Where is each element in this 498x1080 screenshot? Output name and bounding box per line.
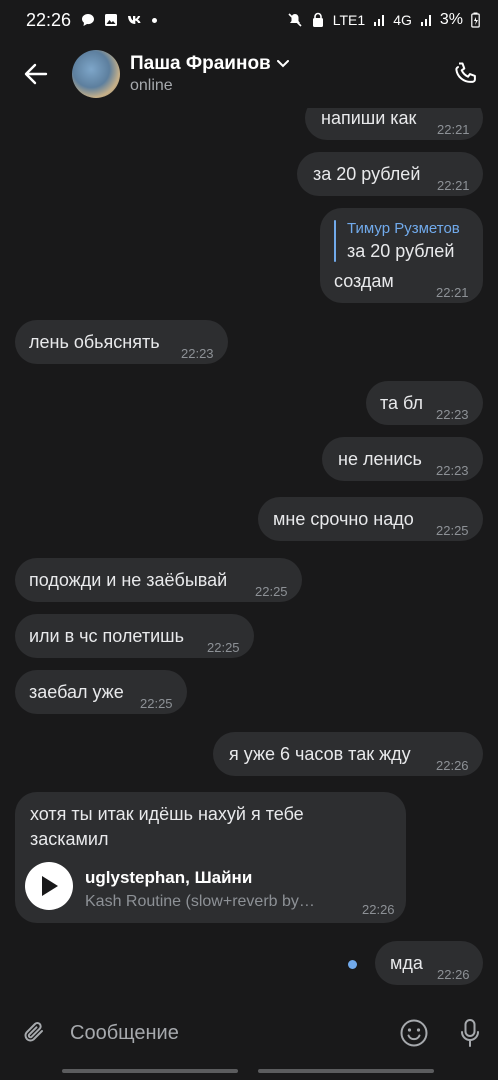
- message-time: 22:21: [436, 285, 469, 300]
- reply-bar: [334, 220, 336, 262]
- contact-status: online: [130, 77, 173, 94]
- microphone-icon: [461, 1019, 479, 1047]
- message-composer: [0, 1003, 498, 1063]
- unread-indicator: [348, 960, 357, 969]
- play-button[interactable]: [25, 862, 73, 910]
- message-time: 22:25: [436, 523, 469, 538]
- message-text: напиши как: [321, 108, 417, 128]
- nav-handle-2[interactable]: [258, 1069, 434, 1073]
- audio-subtitle: Kash Routine (slow+reverb by…: [85, 893, 315, 910]
- play-icon: [42, 876, 58, 896]
- contact-name: Паша Фраинов: [130, 53, 271, 74]
- audio-message-bubble[interactable]: хотя ты итак идёшь нахуй я тебе заскамил…: [15, 792, 406, 923]
- message-time: 22:25: [255, 584, 288, 599]
- message-time: 22:25: [207, 640, 240, 655]
- message-time: 22:26: [437, 967, 470, 982]
- chat-header: Паша Фраинов online: [0, 40, 498, 108]
- message-bubble[interactable]: за 20 рублей 22:21: [297, 152, 483, 196]
- message-bubble[interactable]: мне срочно надо 22:25: [258, 497, 483, 541]
- reply-quoted-text: за 20 рублей: [347, 241, 455, 261]
- message-bubble[interactable]: та бл 22:23: [366, 381, 483, 425]
- system-navigation-bar: [0, 1063, 498, 1080]
- message-text: лень обьяснять: [29, 332, 160, 352]
- message-text: за 20 рублей: [313, 164, 421, 184]
- phone-icon: [455, 62, 476, 83]
- message-bubble[interactable]: или в чс полетишь 22:25: [15, 614, 254, 658]
- message-time: 22:21: [437, 178, 470, 193]
- call-button[interactable]: [434, 40, 498, 108]
- message-time: 22:26: [362, 902, 395, 917]
- message-text: заебал уже: [29, 682, 124, 702]
- message-bubble[interactable]: мда 22:26: [375, 941, 483, 985]
- message-text-line-2: заскамил: [30, 829, 109, 849]
- nav-handle[interactable]: [62, 1069, 238, 1073]
- message-time: 22:25: [140, 696, 173, 711]
- message-list[interactable]: напиши как 22:21 за 20 рублей 22:21 Тиму…: [0, 0, 498, 1000]
- contact-title[interactable]: Паша Фраинов online: [130, 53, 289, 95]
- message-time: 22:23: [436, 407, 469, 422]
- message-text: создам: [334, 271, 394, 291]
- message-text: не ленись: [338, 449, 422, 469]
- message-time: 22:23: [436, 463, 469, 478]
- message-text: та бл: [380, 393, 424, 413]
- message-text: или в чс полетишь: [29, 626, 184, 646]
- message-bubble[interactable]: не ленись 22:23: [322, 437, 483, 481]
- message-text: подожди и не заёбывай: [29, 570, 228, 590]
- avatar[interactable]: [72, 50, 120, 98]
- message-bubble[interactable]: подожди и не заёбывай 22:25: [15, 558, 302, 602]
- message-bubble[interactable]: заебал уже 22:25: [15, 670, 187, 714]
- message-input[interactable]: [70, 1021, 386, 1045]
- reply-author: Тимур Рузметов: [347, 220, 460, 237]
- smile-icon: [400, 1019, 428, 1047]
- back-arrow-icon: [24, 63, 48, 85]
- reply-message-bubble[interactable]: Тимур Рузметов за 20 рублей создам 22:21: [320, 208, 483, 303]
- audio-title: uglystephan, Шайни: [85, 868, 253, 887]
- message-bubble[interactable]: я уже 6 часов так жду 22:26: [213, 732, 483, 776]
- message-time: 22:26: [436, 758, 469, 773]
- message-text-line-1: хотя ты итак идёшь нахуй я тебе: [30, 804, 304, 824]
- message-time: 22:21: [437, 122, 470, 137]
- message-text: мне срочно надо: [273, 509, 414, 529]
- attach-button[interactable]: [0, 1003, 70, 1063]
- message-time: 22:23: [181, 346, 214, 361]
- chevron-down-icon: [276, 60, 289, 68]
- message-bubble[interactable]: лень обьяснять 22:23: [15, 320, 228, 364]
- emoji-button[interactable]: [386, 1003, 442, 1063]
- paperclip-icon: [24, 1022, 43, 1042]
- message-text: я уже 6 часов так жду: [229, 744, 411, 764]
- microphone-button[interactable]: [442, 1003, 498, 1063]
- back-button[interactable]: [0, 40, 72, 108]
- message-text: мда: [390, 953, 423, 973]
